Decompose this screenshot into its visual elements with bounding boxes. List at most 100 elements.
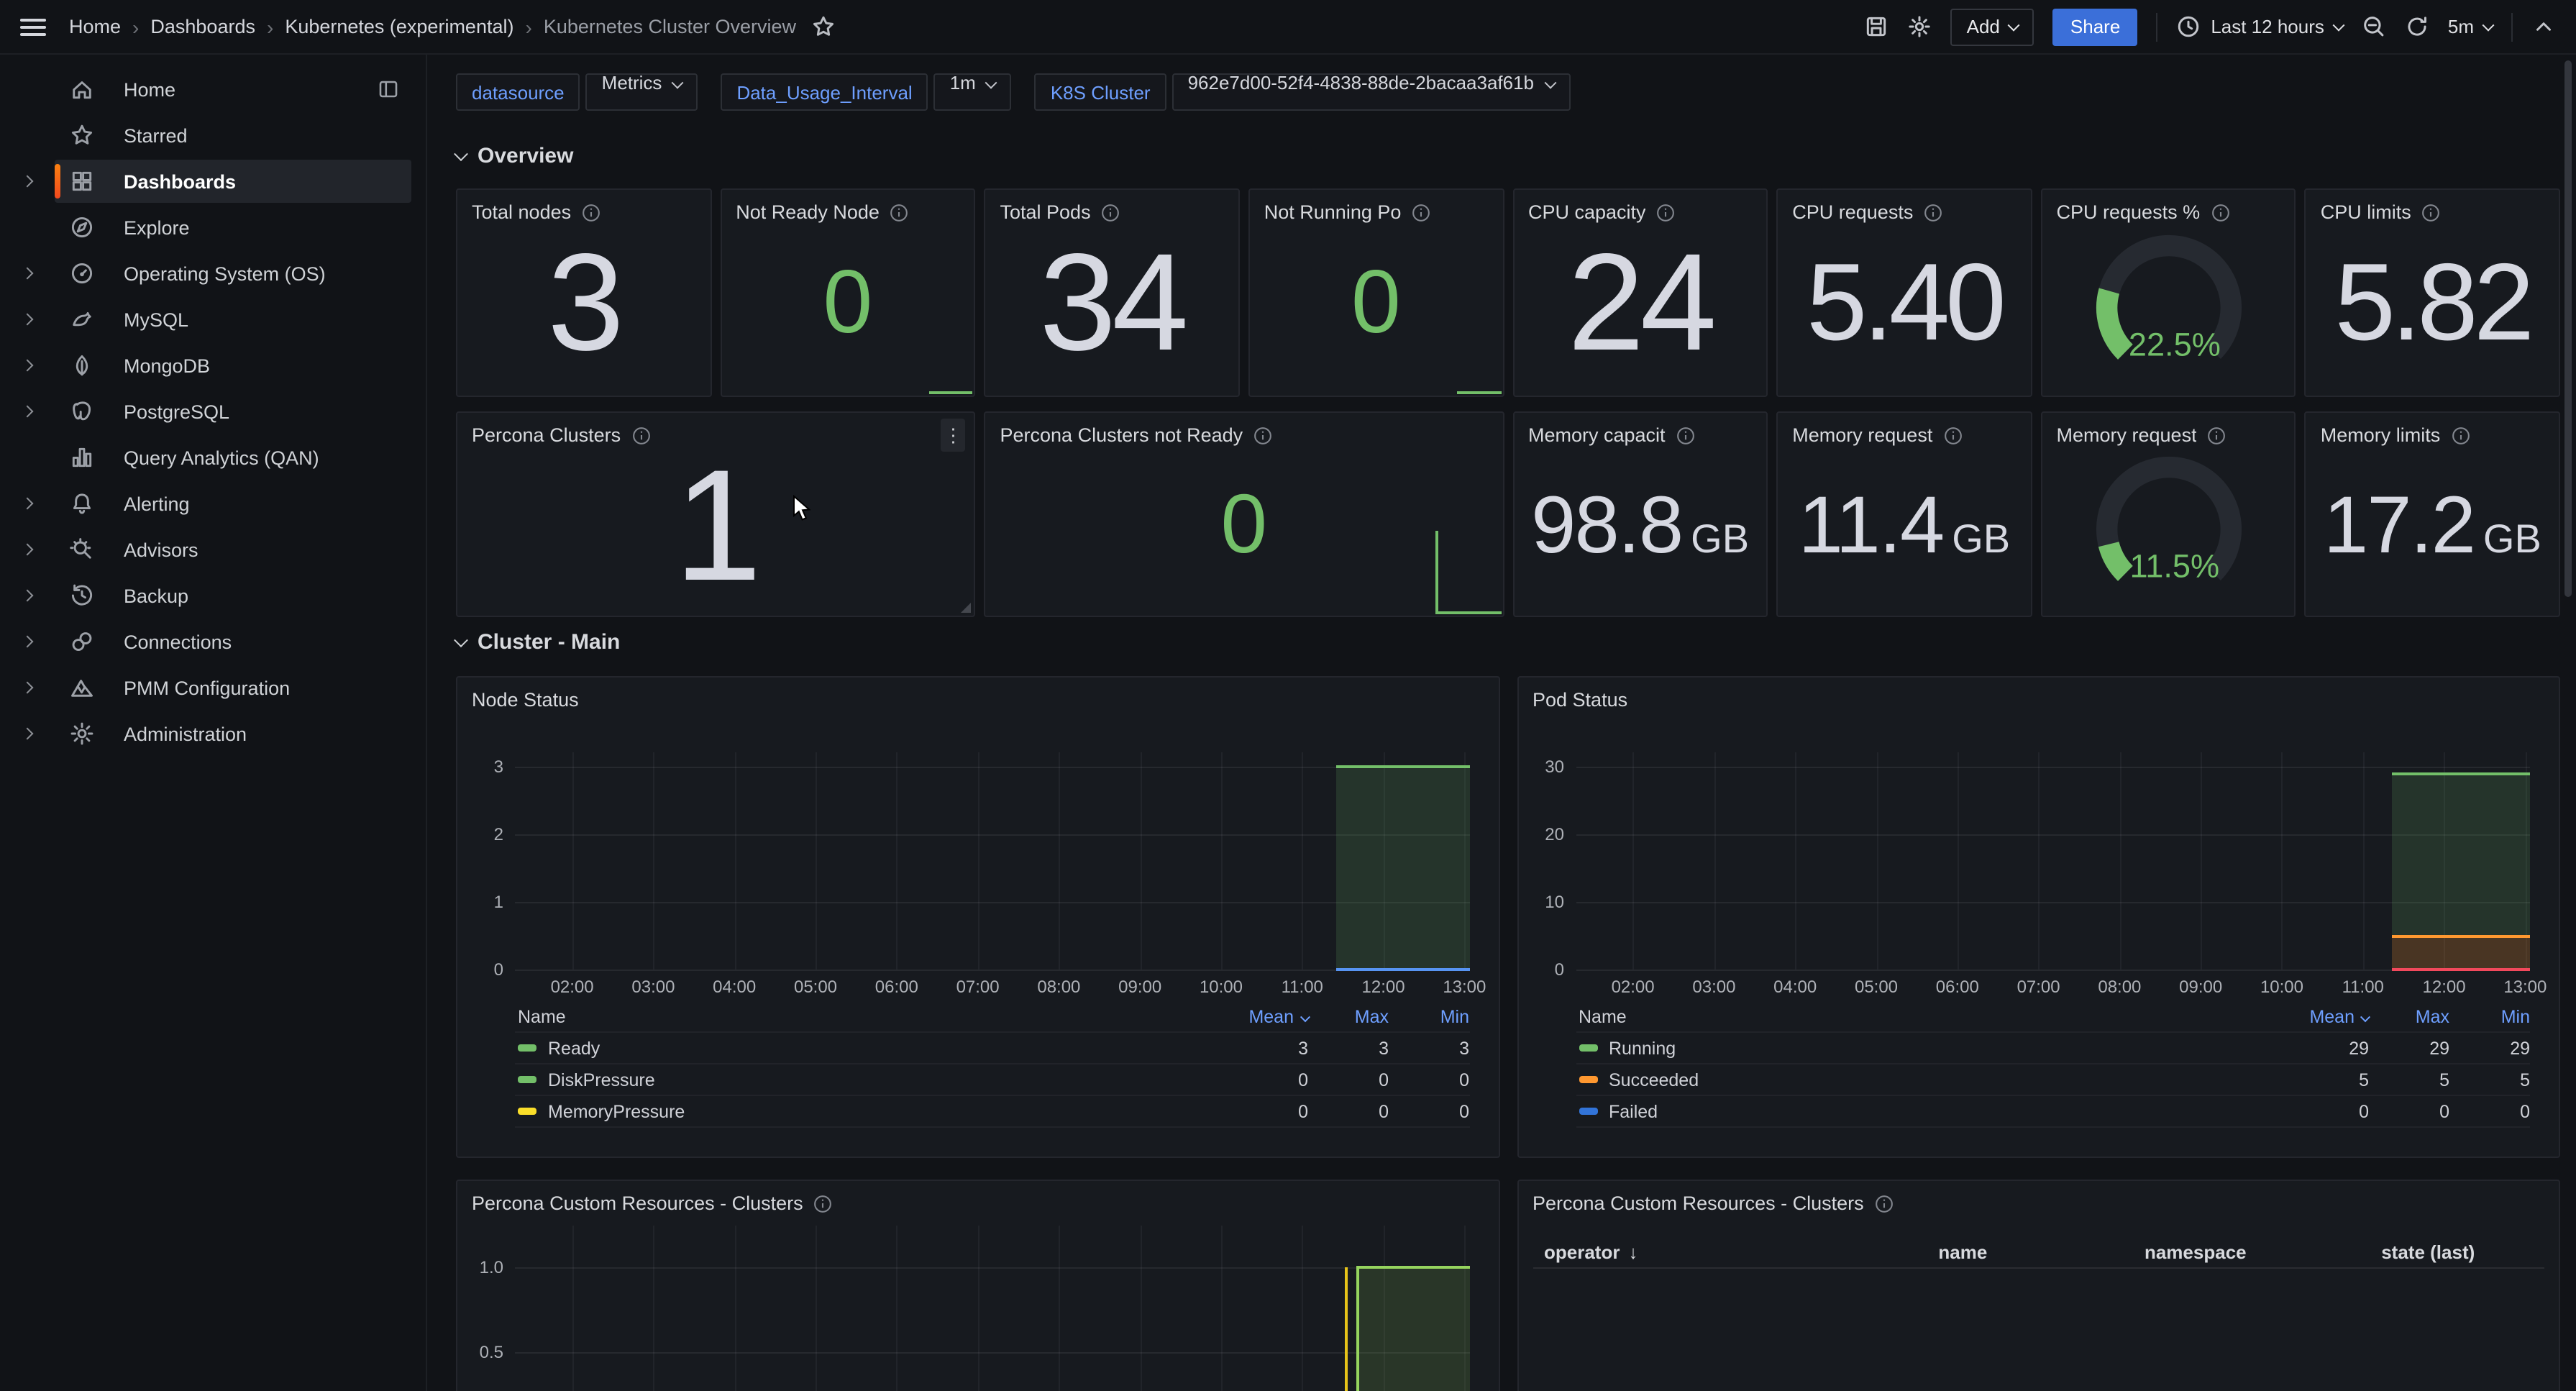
node-status-chart[interactable]: 321002:0003:0004:0005:0006:0007:0008:000…: [472, 711, 1484, 1128]
table-column-operator[interactable]: operator↓: [1533, 1241, 1847, 1263]
legend-series-name[interactable]: Succeeded: [1576, 1070, 2288, 1090]
sidebar-item-alerting[interactable]: Alerting: [0, 482, 426, 525]
info-icon[interactable]: [1923, 202, 1943, 222]
sidebar-item-mysql[interactable]: MySQL: [0, 298, 426, 341]
legend-column-name[interactable]: Name: [1576, 1006, 2288, 1026]
share-button[interactable]: Share: [2053, 8, 2137, 45]
chevron-right-icon[interactable]: [0, 269, 55, 278]
sidebar-item-query-analytics-qan[interactable]: Query Analytics (QAN): [0, 436, 426, 479]
zoom-out-icon[interactable]: [2362, 14, 2386, 39]
info-icon[interactable]: [1676, 425, 1696, 445]
info-icon[interactable]: [2450, 425, 2470, 445]
legend-column-min[interactable]: Min: [1389, 1006, 1469, 1026]
sidebar-item-row[interactable]: PMM Configuration: [55, 666, 411, 709]
sidebar-item-row[interactable]: Starred: [55, 114, 411, 157]
section-header-overview[interactable]: Overview: [456, 144, 2560, 168]
vertical-scrollbar[interactable]: [2564, 60, 2572, 597]
info-icon[interactable]: [581, 202, 601, 222]
panel-title[interactable]: CPU capacity: [1528, 201, 1752, 223]
sidebar-item-row[interactable]: Connections: [55, 620, 411, 663]
chevron-right-icon[interactable]: [0, 683, 55, 692]
table-column-state-last[interactable]: state (last): [2312, 1241, 2544, 1263]
sidebar-item-row[interactable]: Advisors: [55, 528, 411, 571]
info-icon[interactable]: [890, 202, 910, 222]
panel-title[interactable]: Percona Custom Resources - Clusters: [1533, 1192, 2544, 1214]
info-icon[interactable]: [813, 1193, 833, 1213]
info-icon[interactable]: [2421, 202, 2442, 222]
breadcrumb-item-home[interactable]: Home: [69, 16, 121, 37]
variable-value-dropdown[interactable]: Metrics: [586, 73, 698, 111]
legend-column-name[interactable]: Name: [515, 1006, 1228, 1026]
sidebar-item-row[interactable]: MySQL: [55, 298, 411, 341]
chevron-right-icon[interactable]: [0, 545, 55, 554]
info-icon[interactable]: [1874, 1193, 1894, 1213]
refresh-interval-picker[interactable]: 5m: [2448, 16, 2493, 37]
table-column-namespace[interactable]: namespace: [2079, 1241, 2311, 1263]
panel-title[interactable]: Node Status: [472, 689, 1484, 711]
sidebar-item-mongodb[interactable]: MongoDB: [0, 344, 426, 387]
sidebar-item-administration[interactable]: Administration: [0, 712, 426, 755]
variable-value-dropdown[interactable]: 1m: [934, 73, 1012, 111]
menu-toggle-icon[interactable]: [20, 18, 46, 35]
sidebar-item-row[interactable]: Home: [55, 68, 411, 111]
panel-title[interactable]: Memory limits: [2321, 424, 2544, 446]
section-header-cluster-main[interactable]: Cluster - Main: [456, 630, 2560, 655]
info-icon[interactable]: [1411, 202, 1431, 222]
legend-series-name[interactable]: Ready: [515, 1038, 1228, 1058]
legend-column-min[interactable]: Min: [2449, 1006, 2530, 1026]
add-button[interactable]: Add: [1951, 8, 2034, 45]
dashboard-settings-gear-icon[interactable]: [1908, 14, 1932, 39]
panel-title[interactable]: Percona Clusters not Ready: [1000, 424, 1489, 446]
chevron-right-icon[interactable]: [0, 499, 55, 508]
info-icon[interactable]: [631, 425, 651, 445]
sidebar-item-dashboards[interactable]: Dashboards: [0, 160, 426, 203]
legend-column-max[interactable]: Max: [1308, 1006, 1389, 1026]
chevron-right-icon[interactable]: [0, 177, 55, 186]
panel-title[interactable]: Not Ready Node: [736, 201, 959, 223]
legend-series-name[interactable]: MemoryPressure: [515, 1101, 1228, 1121]
legend-series-name[interactable]: Running: [1576, 1038, 2288, 1058]
variable-value-dropdown[interactable]: 962e7d00-52f4-4838-88de-2bacaa3af61b: [1172, 73, 1570, 111]
sidebar-item-backup[interactable]: Backup: [0, 574, 426, 617]
sidebar-item-pmm-configuration[interactable]: PMM Configuration: [0, 666, 426, 709]
sidebar-item-row[interactable]: Alerting: [55, 482, 411, 525]
kiosk-collapse-icon[interactable]: [2531, 14, 2556, 39]
sidebar-item-postgresql[interactable]: PostgreSQL: [0, 390, 426, 433]
sidebar-item-row[interactable]: MongoDB: [55, 344, 411, 387]
dock-icon[interactable]: [377, 78, 400, 101]
table-column-name[interactable]: name: [1847, 1241, 2079, 1263]
sidebar-item-row[interactable]: Explore: [55, 206, 411, 249]
info-icon[interactable]: [1253, 425, 1273, 445]
sidebar-item-row[interactable]: Backup: [55, 574, 411, 617]
panel-title[interactable]: Total Pods: [1000, 201, 1224, 223]
refresh-icon[interactable]: [2405, 14, 2429, 39]
panel-title[interactable]: Total nodes: [472, 201, 695, 223]
breadcrumb-item-dashboards[interactable]: Dashboards: [150, 16, 255, 37]
panel-title[interactable]: CPU requests: [1792, 201, 2016, 223]
chevron-right-icon[interactable]: [0, 361, 55, 370]
pod-status-chart[interactable]: 302010002:0003:0004:0005:0006:0007:0008:…: [1533, 711, 2544, 1128]
variable-label[interactable]: Data_Usage_Interval: [721, 73, 928, 111]
panel-resize-handle[interactable]: [962, 603, 972, 613]
sidebar-item-row[interactable]: PostgreSQL: [55, 390, 411, 433]
save-dashboard-icon[interactable]: [1865, 14, 1889, 39]
sidebar-item-connections[interactable]: Connections: [0, 620, 426, 663]
panel-title[interactable]: CPU limits: [2321, 201, 2544, 223]
panel-title[interactable]: Not Running Po: [1264, 201, 1488, 223]
sidebar-item-starred[interactable]: Starred: [0, 114, 426, 157]
sidebar-item-explore[interactable]: Explore: [0, 206, 426, 249]
chevron-right-icon[interactable]: [0, 591, 55, 600]
panel-title[interactable]: Memory request: [1792, 424, 2016, 446]
sidebar-item-home[interactable]: Home: [0, 68, 426, 111]
sidebar-item-advisors[interactable]: Advisors: [0, 528, 426, 571]
panel-title[interactable]: Memory capacit: [1528, 424, 1752, 446]
sidebar-item-row[interactable]: Query Analytics (QAN): [55, 436, 411, 479]
chevron-right-icon[interactable]: [0, 315, 55, 324]
legend-series-name[interactable]: Failed: [1576, 1101, 2288, 1121]
panel-title[interactable]: Pod Status: [1533, 689, 2544, 711]
time-range-picker[interactable]: Last 12 hours: [2176, 14, 2343, 39]
legend-column-max[interactable]: Max: [2369, 1006, 2449, 1026]
variable-label[interactable]: K8S Cluster: [1035, 73, 1166, 111]
chart-plot-area[interactable]: 302010002:0003:0004:0005:0006:0007:0008:…: [1576, 752, 2530, 970]
panel-title[interactable]: Memory request: [2057, 424, 2280, 446]
